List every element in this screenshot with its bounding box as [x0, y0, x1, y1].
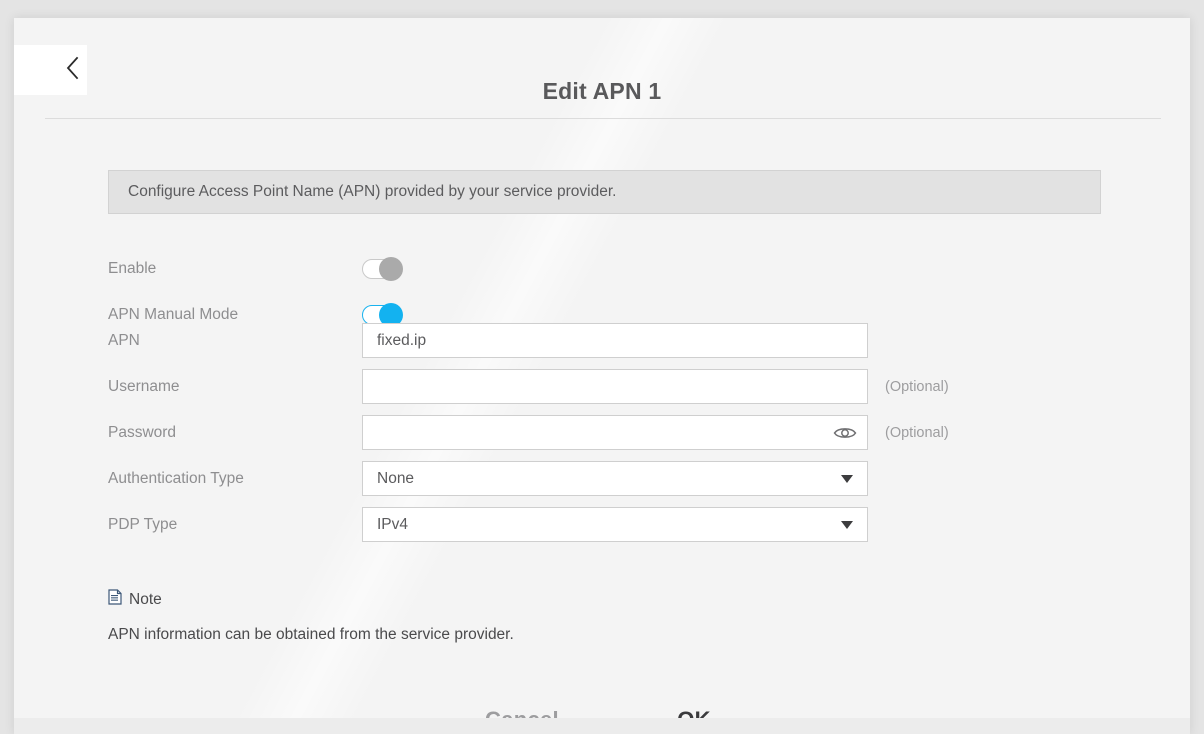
label-password: Password — [108, 423, 177, 441]
pdp-type-value: IPv4 — [377, 515, 409, 533]
label-apn: APN — [108, 331, 140, 349]
password-input[interactable] — [362, 415, 868, 450]
label-authentication-type: Authentication Type — [108, 469, 244, 487]
username-input[interactable] — [362, 369, 868, 404]
form-row-username: Username (Optional) — [108, 369, 1108, 404]
form-row-enable: Enable — [108, 254, 1108, 284]
note-header: Note — [108, 589, 162, 610]
form-row-pdp-type: PDP Type IPv4 — [108, 507, 1108, 542]
label-apn-manual-mode: APN Manual Mode — [108, 306, 239, 323]
document-icon — [108, 589, 122, 610]
label-pdp-type: PDP Type — [108, 515, 178, 533]
username-optional-hint: (Optional) — [885, 378, 949, 395]
chevron-down-icon — [841, 520, 853, 529]
authentication-type-value: None — [377, 469, 415, 487]
screen: Edit APN 1 Configure Access Point Name (… — [0, 0, 1204, 734]
info-banner: Configure Access Point Name (APN) provid… — [108, 170, 1101, 214]
label-enable: Enable — [108, 260, 157, 277]
form-row-authentication-type: Authentication Type None — [108, 461, 1108, 496]
note-body: APN information can be obtained from the… — [108, 626, 514, 643]
content-area: Configure Access Point Name (APN) provid… — [14, 18, 1190, 734]
toggle-knob — [379, 257, 403, 281]
chevron-down-icon — [841, 474, 853, 483]
password-optional-hint: (Optional) — [885, 424, 949, 441]
pdp-type-select[interactable]: IPv4 — [362, 507, 868, 542]
form-row-apn: APN fixed.ip — [108, 323, 1108, 358]
settings-panel: Edit APN 1 Configure Access Point Name (… — [14, 18, 1190, 734]
bottom-strip — [14, 718, 1190, 734]
toggle-enable[interactable] — [362, 257, 406, 281]
authentication-type-select[interactable]: None — [362, 461, 868, 496]
label-username: Username — [108, 377, 180, 395]
apn-input[interactable]: fixed.ip — [362, 323, 868, 358]
note-title: Note — [129, 590, 162, 608]
back-button[interactable] — [14, 45, 87, 95]
eye-icon[interactable] — [833, 425, 857, 441]
form-row-password: Password (Optional) — [108, 415, 1108, 450]
chevron-left-icon — [65, 56, 79, 85]
